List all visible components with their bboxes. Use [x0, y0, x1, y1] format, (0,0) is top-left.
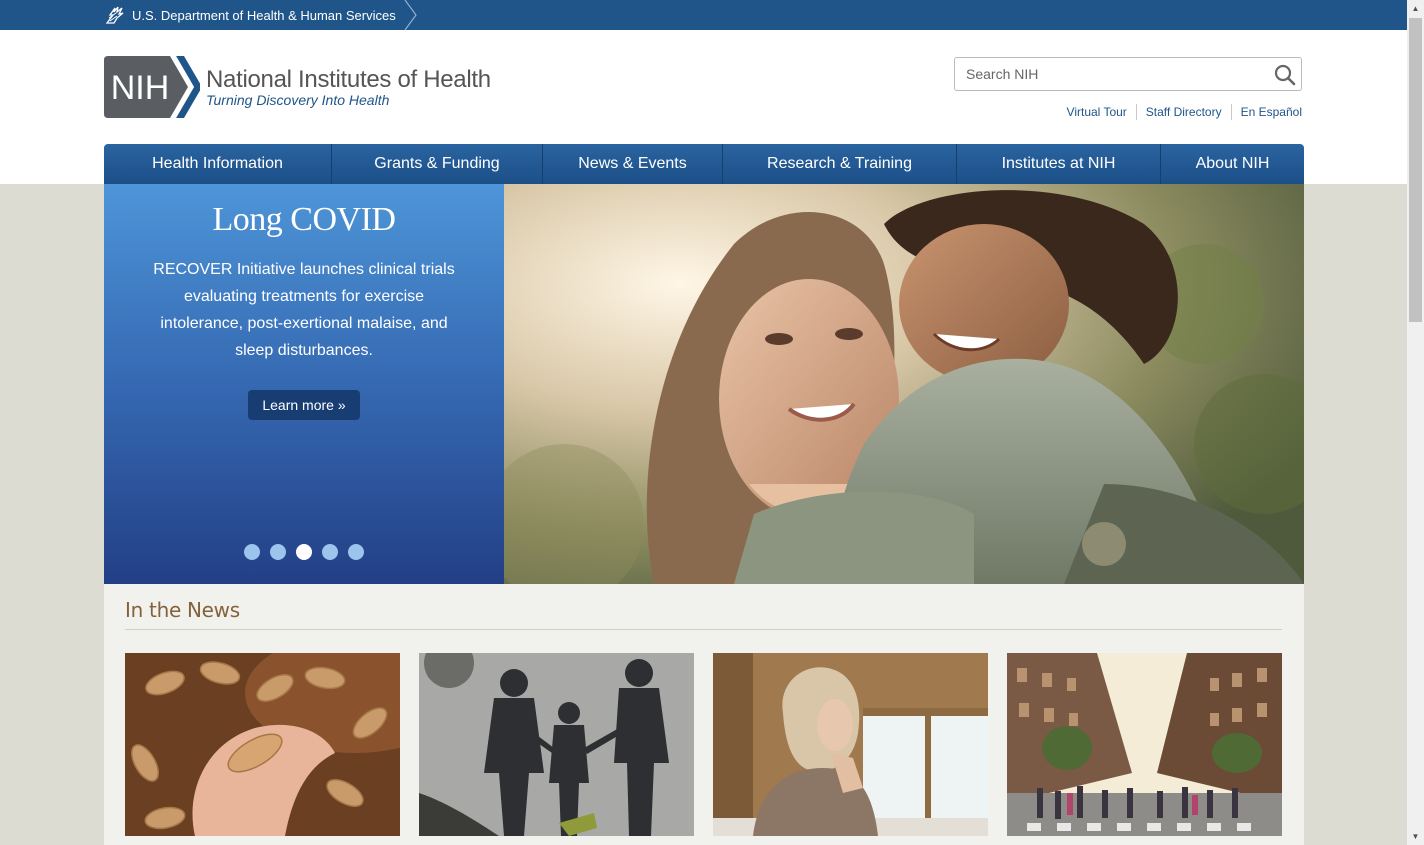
carousel-dots [104, 544, 504, 560]
hero-description: RECOVER Initiative launches clinical tri… [153, 261, 455, 359]
news-heading: In the News [125, 598, 240, 622]
spanish-link[interactable]: En Español [1230, 104, 1302, 120]
hero-title: Long COVID [212, 201, 396, 238]
mother-daughter-hug-photo [504, 184, 1304, 584]
utility-links: Virtual Tour Staff Directory En Español [1058, 104, 1302, 120]
hero-text-panel: Long COVID RECOVER Initiative launches c… [104, 184, 504, 584]
nih-logo-badge: NIH [104, 56, 200, 118]
logo-badge-text: NIH [111, 69, 170, 107]
main-nav: Health Information Grants & Funding News… [104, 144, 1304, 184]
hero-photo[interactable] [504, 184, 1304, 584]
learn-more-button[interactable]: Learn more » [248, 390, 360, 420]
city-street-crowd-photo [1007, 653, 1282, 836]
news-item-4[interactable] [1007, 653, 1282, 836]
news-item-2[interactable] [419, 653, 694, 836]
scroll-up-arrow-icon[interactable]: ▲ [1407, 0, 1424, 17]
carousel-dot-2[interactable] [270, 544, 286, 560]
nav-news-events[interactable]: News & Events [543, 144, 723, 184]
hhs-label: U.S. Department of Health & Human Servic… [132, 7, 396, 23]
logo-tagline: Turning Discovery Into Health [206, 91, 390, 108]
magnifier-icon[interactable] [1273, 63, 1297, 87]
hhs-top-bar: U.S. Department of Health & Human Servic… [0, 0, 1407, 30]
nav-about-nih[interactable]: About NIH [1161, 144, 1304, 184]
carousel-dot-1[interactable] [244, 544, 260, 560]
hhs-link[interactable]: U.S. Department of Health & Human Servic… [104, 0, 416, 30]
scroll-down-arrow-icon[interactable]: ▼ [1407, 828, 1424, 845]
virtual-tour-link[interactable]: Virtual Tour [1058, 104, 1136, 120]
woman-by-window-photo [713, 653, 988, 836]
staff-directory-link[interactable]: Staff Directory [1135, 104, 1231, 120]
hhs-chevron-icon [404, 0, 417, 30]
search-input[interactable] [955, 58, 1266, 90]
nav-institutes[interactable]: Institutes at NIH [957, 144, 1161, 184]
nih-logo[interactable]: NIH National Institutes of Health Turnin… [104, 56, 496, 118]
carousel-dot-3[interactable] [296, 544, 312, 560]
scroll-thumb[interactable] [1409, 18, 1422, 322]
news-item-3[interactable] [713, 653, 988, 836]
nav-health-information[interactable]: Health Information [104, 144, 332, 184]
hero-carousel: Long COVID RECOVER Initiative launches c… [104, 184, 1304, 584]
carousel-dot-5[interactable] [348, 544, 364, 560]
peanuts-in-hand-photo [125, 653, 400, 836]
nav-research-training[interactable]: Research & Training [723, 144, 957, 184]
news-item-1[interactable] [125, 653, 400, 836]
logo-title: National Institutes of Health [206, 65, 491, 93]
family-shadows-photo [419, 653, 694, 836]
news-divider [125, 629, 1282, 630]
hhs-eagle-icon [105, 6, 124, 24]
nav-grants-funding[interactable]: Grants & Funding [332, 144, 543, 184]
news-section: In the News [104, 584, 1304, 845]
carousel-dot-4[interactable] [322, 544, 338, 560]
page-scrollbar[interactable]: ▲ ▼ [1407, 0, 1424, 845]
search-box [954, 57, 1302, 91]
